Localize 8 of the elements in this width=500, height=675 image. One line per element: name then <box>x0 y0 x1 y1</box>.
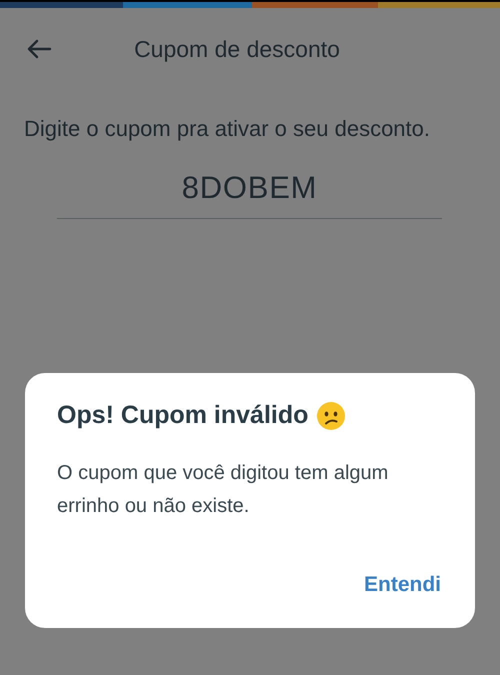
dialog-message: O cupom que você digitou tem algum errinho ou não existe. <box>57 460 390 518</box>
screen-title: Cupom de desconto <box>134 34 340 64</box>
dialog-title: Ops! Cupom inválido <box>57 400 308 431</box>
confirm-button[interactable]: Entendi <box>362 568 443 600</box>
back-arrow-icon <box>26 39 52 59</box>
coupon-input-field[interactable]: 8DOBEM <box>57 165 442 218</box>
instruction-text: Digite o cupom pra ativar o seu desconto. <box>24 115 432 143</box>
confused-emoji-icon <box>316 400 346 431</box>
